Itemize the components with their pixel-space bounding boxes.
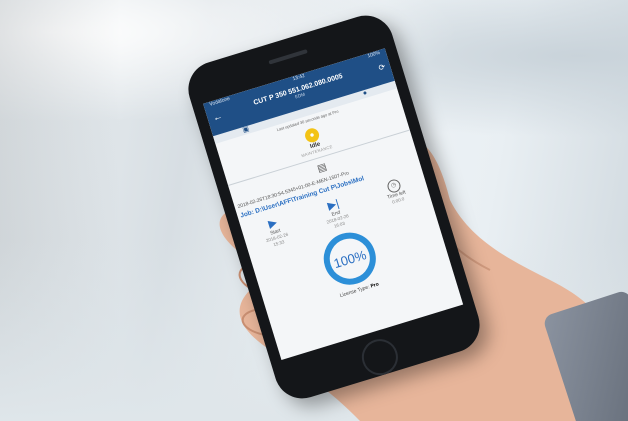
progress-percent: 100% [331, 246, 368, 271]
refresh-icon[interactable]: ⟳ [374, 62, 386, 74]
license-value: Pro [369, 281, 380, 290]
photo-scene: Vodafone 13:42 100% ← CUT P 350 551.062.… [0, 0, 628, 421]
license-label: License Type: [339, 284, 371, 299]
phone-speaker [268, 49, 308, 65]
progress-ring: 100% [317, 226, 383, 292]
user-icon[interactable]: ● [362, 89, 368, 98]
